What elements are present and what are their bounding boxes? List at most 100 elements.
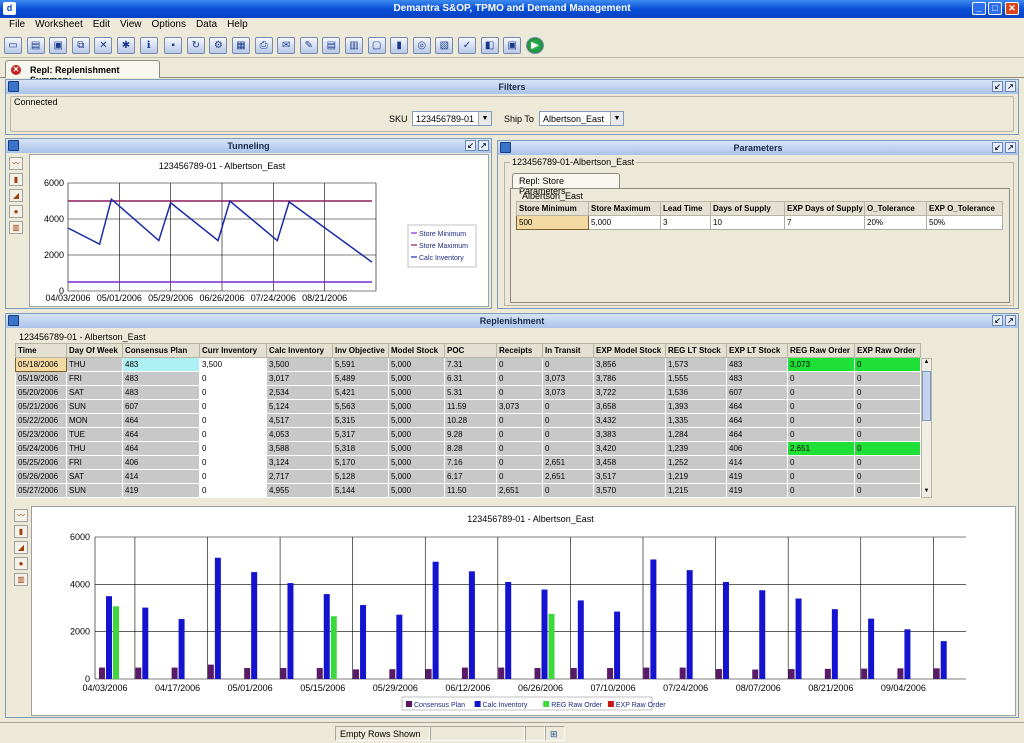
close-tab-icon[interactable]: ✕ (11, 65, 21, 75)
table-cell[interactable]: 05/27/2006 (15, 483, 67, 498)
scroll-up-icon[interactable]: ▲ (922, 359, 931, 368)
table-row[interactable]: 05/19/2006 FRI 483 0 3,017 5,489 5,000 6.31 0 3,0… (15, 371, 921, 386)
table-cell[interactable]: 0 (199, 385, 267, 400)
menu-help[interactable]: Help (222, 18, 253, 33)
shipto-select[interactable]: Albertson_East ▼ (539, 111, 624, 126)
table-cell[interactable]: 5,591 (332, 357, 389, 372)
email-icon[interactable]: ✉ (277, 37, 296, 54)
table-cell[interactable]: 0 (787, 455, 855, 470)
param-col-header[interactable]: EXP Days of Supply (784, 201, 865, 216)
table-row[interactable]: 05/24/2006 THU 464 0 3,588 5,318 5,000 8.28 0 0 3,… (15, 441, 921, 456)
table-cell[interactable]: 3,458 (593, 455, 666, 470)
table-cell[interactable]: 5,000 (388, 427, 445, 442)
repl-col-header[interactable]: Curr Inventory (199, 343, 267, 358)
table-cell[interactable]: 3,658 (593, 399, 666, 414)
table-cell[interactable]: 464 (726, 399, 788, 414)
table-cell[interactable]: 2,651 (496, 483, 543, 498)
table-cell[interactable]: 5,000 (388, 413, 445, 428)
table-cell[interactable]: 5.31 (444, 385, 497, 400)
table-cell[interactable]: 5,000 (388, 399, 445, 414)
table-row[interactable]: 05/20/2006 SAT 483 0 2,534 5,421 5,000 5.31 0 3,0… (15, 385, 921, 400)
table-cell[interactable]: 0 (199, 427, 267, 442)
table-cell[interactable]: 0 (854, 399, 921, 414)
table-cell[interactable]: SAT (66, 469, 123, 484)
table-cell[interactable]: 464 (726, 427, 788, 442)
save-icon[interactable]: ▣ (49, 37, 68, 54)
minimize-panel-icon[interactable]: ↙ (992, 315, 1003, 326)
repl-col-header[interactable]: Model Stock (388, 343, 445, 358)
table-cell[interactable]: 0 (854, 469, 921, 484)
table-cell[interactable]: 3,420 (593, 441, 666, 456)
pie-chart-icon[interactable]: ● (14, 557, 28, 570)
table-cell[interactable]: FRI (66, 455, 123, 470)
param-col-header[interactable]: EXP O_Tolerance (926, 201, 1003, 216)
bookmark-icon[interactable]: ◧ (480, 37, 499, 54)
table-row[interactable]: 05/26/2006 SAT 414 0 2,717 5,128 5,000 6.17 0 2,6… (15, 469, 921, 484)
table-cell[interactable]: THU (66, 357, 123, 372)
table-cell[interactable]: 05/18/2006 (15, 357, 67, 372)
stacked-chart-icon[interactable]: ▥ (14, 573, 28, 586)
repl-col-header[interactable]: Day Of Week (66, 343, 123, 358)
table-cell[interactable]: 0 (854, 441, 921, 456)
table-cell[interactable]: 607 (726, 385, 788, 400)
table-cell[interactable]: 5,000 (388, 371, 445, 386)
table-cell[interactable]: SUN (66, 483, 123, 498)
repl-col-header[interactable]: Receipts (496, 343, 543, 358)
table-cell[interactable]: 0 (496, 427, 543, 442)
sku-select[interactable]: 123456789-01 ▼ (412, 111, 492, 126)
param-cell[interactable]: 500 (516, 215, 589, 230)
menu-worksheet[interactable]: Worksheet (30, 18, 88, 33)
table-cell[interactable]: 5,489 (332, 371, 389, 386)
table-cell[interactable]: 05/21/2006 (15, 399, 67, 414)
param-col-header[interactable]: O_Tolerance (864, 201, 927, 216)
table-row[interactable]: 05/18/2006 THU 483 3,500 3,500 5,591 5,000 7.31… (15, 357, 921, 372)
repl-col-header[interactable]: EXP LT Stock (726, 343, 788, 358)
table-cell[interactable]: 464 (122, 441, 200, 456)
table-cell[interactable]: 2,651 (542, 469, 594, 484)
table-cell[interactable]: 0 (496, 385, 543, 400)
table-cell[interactable]: TUE (66, 427, 123, 442)
param-cell[interactable]: 5,000 (588, 215, 661, 230)
table-cell[interactable]: 0 (854, 371, 921, 386)
table-cell[interactable]: 3,073 (542, 385, 594, 400)
table-cell[interactable]: 5,124 (266, 399, 333, 414)
table-cell[interactable]: 0 (199, 371, 267, 386)
table-cell[interactable]: 5,000 (388, 483, 445, 498)
table-cell[interactable]: 0 (542, 427, 594, 442)
param-col-header[interactable]: Days of Supply (710, 201, 785, 216)
table-cell[interactable]: 5,318 (332, 441, 389, 456)
table-cell[interactable]: 0 (854, 483, 921, 498)
table-cell[interactable]: 3,383 (593, 427, 666, 442)
settings-icon[interactable]: ▧ (435, 37, 454, 54)
calculator-icon[interactable]: ▦ (232, 37, 250, 54)
tab-store-parameters[interactable]: Repl: Store Parameters (512, 173, 620, 196)
table-cell[interactable]: 483 (122, 371, 200, 386)
table-cell[interactable]: 464 (726, 413, 788, 428)
table-cell[interactable]: 1,393 (665, 399, 727, 414)
table-cell[interactable]: 0 (496, 455, 543, 470)
table-cell[interactable]: 0 (199, 455, 267, 470)
table-cell[interactable]: 5,317 (332, 427, 389, 442)
repl-col-header[interactable]: REG LT Stock (665, 343, 727, 358)
table-cell[interactable]: 2,651 (542, 455, 594, 470)
table-cell[interactable]: 464 (122, 413, 200, 428)
table-cell[interactable]: 483 (122, 385, 200, 400)
print-icon[interactable]: ⎙ (254, 37, 273, 54)
repl-col-header[interactable]: REG Raw Order (787, 343, 855, 358)
repl-col-header[interactable]: Calc Inventory (266, 343, 333, 358)
table-cell[interactable]: 5,000 (388, 441, 445, 456)
views-icon[interactable]: ▥ (345, 37, 363, 54)
table-cell[interactable]: 0 (854, 427, 921, 442)
table-cell[interactable]: 0 (787, 427, 855, 442)
info-icon[interactable]: ℹ (139, 37, 158, 54)
repl-col-header[interactable]: Consensus Plan (122, 343, 200, 358)
table-cell[interactable]: 3,432 (593, 413, 666, 428)
pie-chart-icon[interactable]: ● (9, 205, 23, 218)
table-cell[interactable]: 10.28 (444, 413, 497, 428)
table-cell[interactable]: 7.31 (444, 357, 497, 372)
table-cell[interactable]: 6.17 (444, 469, 497, 484)
go-icon[interactable]: ▶ (525, 37, 544, 54)
repl-col-header[interactable]: In Transit (542, 343, 594, 358)
table-cell[interactable]: 0 (496, 357, 543, 372)
table-cell[interactable]: 607 (122, 399, 200, 414)
